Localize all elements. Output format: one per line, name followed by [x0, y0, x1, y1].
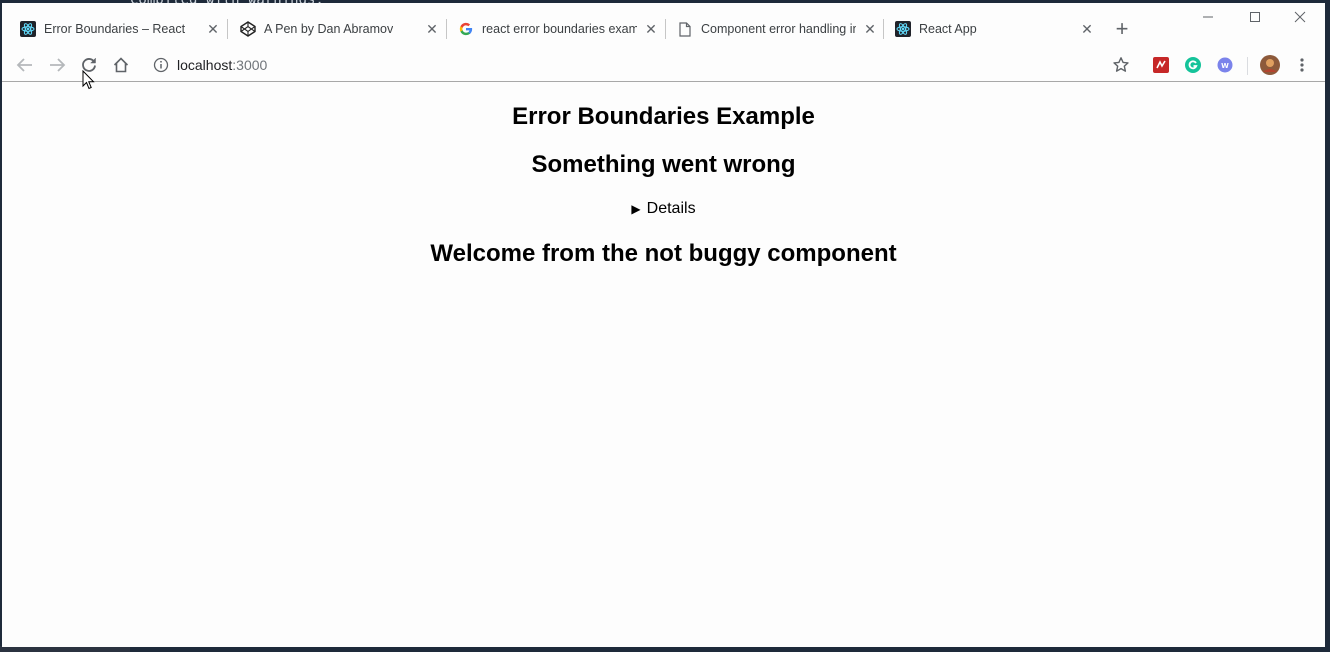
maximize-button[interactable] — [1243, 9, 1267, 29]
page-content: Error Boundaries Example Something went … — [2, 83, 1325, 647]
react-icon — [895, 21, 911, 37]
document-icon — [677, 21, 693, 37]
page-title: Error Boundaries Example — [512, 103, 815, 130]
react-icon — [20, 21, 36, 37]
bookmark-star-icon[interactable] — [1110, 54, 1132, 76]
svg-text:W: W — [1221, 62, 1229, 70]
back-arrow-icon — [16, 58, 32, 72]
home-icon — [113, 57, 129, 73]
forward-arrow-icon — [50, 58, 66, 72]
menu-kebab-icon[interactable] — [1291, 54, 1313, 76]
site-info-icon[interactable] — [150, 54, 172, 76]
back-button[interactable] — [14, 54, 36, 76]
close-tab-icon[interactable]: ✕ — [644, 22, 658, 36]
browser-window: Error Boundaries – React ✕ A Pen by Dan … — [2, 3, 1325, 647]
tab-title: A Pen by Dan Abramov — [264, 22, 394, 36]
details-label: Details — [646, 200, 696, 217]
welcome-message: Welcome from the not buggy component — [430, 240, 897, 267]
address-bar[interactable]: localhost:3000 — [177, 57, 267, 73]
address-host: localhost — [177, 57, 233, 73]
avatar[interactable] — [1259, 54, 1281, 76]
mouse-cursor-icon — [82, 70, 95, 90]
google-icon — [458, 21, 474, 37]
tab-error-boundaries-react[interactable]: Error Boundaries – React ✕ — [2, 13, 222, 45]
close-tab-icon[interactable]: ✕ — [1080, 22, 1094, 36]
tab-title: Component error handling in — [701, 22, 856, 36]
close-window-button[interactable] — [1288, 9, 1312, 29]
new-tab-button[interactable]: + — [1112, 18, 1132, 40]
close-tab-icon[interactable]: ✕ — [863, 22, 877, 36]
disclosure-triangle-icon: ▶ — [631, 202, 641, 216]
forward-button[interactable] — [46, 54, 68, 76]
toolbar-separator — [1247, 57, 1248, 75]
extension-red-icon[interactable] — [1150, 54, 1172, 76]
extension-purple-icon[interactable]: W — [1214, 54, 1236, 76]
tab-title: Error Boundaries – React — [44, 22, 186, 36]
tab-strip: Error Boundaries – React ✕ A Pen by Dan … — [2, 3, 1325, 47]
address-port: :3000 — [232, 57, 268, 73]
error-message: Something went wrong — [531, 151, 796, 178]
tab-component-error-handling[interactable]: Component error handling in ✕ — [659, 13, 879, 45]
close-tab-icon[interactable]: ✕ — [206, 22, 220, 36]
codepen-icon — [240, 21, 256, 37]
tab-pen-dan-abramov[interactable]: A Pen by Dan Abramov ✕ — [222, 13, 442, 45]
minimize-button[interactable] — [1196, 9, 1220, 29]
tab-title: react error boundaries examp — [482, 22, 637, 36]
tab-title: React App — [919, 22, 977, 36]
browser-toolbar: localhost:3000 W — [2, 47, 1325, 82]
home-button[interactable] — [110, 54, 132, 76]
tab-react-app[interactable]: React App ✕ — [877, 13, 1097, 45]
close-tab-icon[interactable]: ✕ — [425, 22, 439, 36]
grammarly-icon[interactable] — [1182, 54, 1204, 76]
tab-google-search[interactable]: react error boundaries examp ✕ — [440, 13, 660, 45]
details-toggle[interactable]: ▶ Details — [2, 199, 1325, 219]
